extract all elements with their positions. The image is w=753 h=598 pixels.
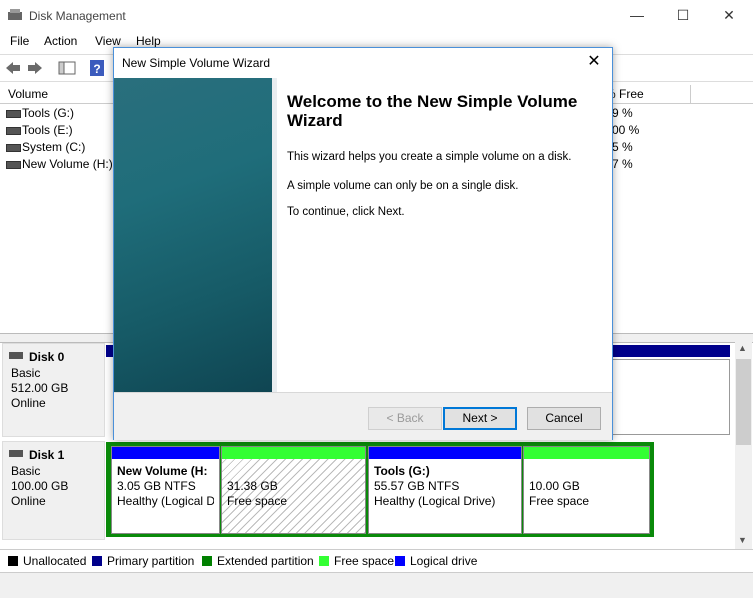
partition-title: Tools (G:) xyxy=(374,464,430,478)
column-volume[interactable]: Volume xyxy=(8,87,48,101)
wizard-instruction: To continue, click Next. xyxy=(287,206,405,218)
drive-icon xyxy=(6,161,21,169)
legend-primary-swatch xyxy=(92,556,102,566)
disk-icon xyxy=(9,450,23,457)
svg-text:?: ? xyxy=(93,62,100,76)
volume-name: Tools (E:) xyxy=(22,123,73,137)
partition-free-space-2[interactable]: 10.00 GB Free space xyxy=(523,446,650,534)
disk-status: Online xyxy=(11,396,46,410)
volume-row[interactable]: Tools (E:) xyxy=(0,122,120,139)
back-arrow-icon[interactable] xyxy=(4,59,22,77)
partition-size: 31.38 GB xyxy=(227,479,278,493)
disk-0-partition[interactable] xyxy=(608,359,730,435)
wizard-close-button[interactable]: ✕ xyxy=(582,51,606,73)
forward-arrow-icon[interactable] xyxy=(26,59,44,77)
scroll-thumb[interactable] xyxy=(736,359,751,445)
disk-size: 100.00 GB xyxy=(11,479,69,493)
volume-row[interactable]: New Volume (H:) xyxy=(0,156,120,173)
free-space-bar xyxy=(222,447,365,459)
next-button[interactable]: Next > xyxy=(443,407,517,430)
wizard-banner-image xyxy=(114,78,272,392)
scroll-down-icon[interactable]: ▼ xyxy=(738,535,747,545)
vertical-scrollbar[interactable]: ▲ ▼ xyxy=(735,341,752,549)
help-icon[interactable]: ? xyxy=(88,59,106,77)
volume-pct-free: 5 % xyxy=(612,140,633,154)
volume-pct-free: 7 % xyxy=(612,157,633,171)
wizard-heading: Welcome to the New Simple Volume Wizard xyxy=(287,92,578,130)
column-divider xyxy=(690,85,691,103)
status-bar xyxy=(0,572,753,598)
logical-drive-bar xyxy=(369,447,521,459)
close-button[interactable]: ✕ xyxy=(706,0,752,31)
menu-action[interactable]: Action xyxy=(44,34,77,48)
wizard-title: New Simple Volume Wizard xyxy=(122,56,271,70)
volume-pct-free: 00 % xyxy=(612,123,640,137)
menu-view[interactable]: View xyxy=(95,34,121,48)
partition-status: Free space xyxy=(529,494,590,508)
legend-free-swatch xyxy=(319,556,329,566)
disk-icon xyxy=(9,352,23,359)
disk-type: Basic xyxy=(11,464,41,478)
volume-name: System (C:) xyxy=(22,140,86,154)
wizard-content: Welcome to the New Simple Volume Wizard … xyxy=(277,78,612,392)
legend-extended: Extended partition xyxy=(217,554,314,568)
partition-title: New Volume (H: xyxy=(117,464,208,478)
window-title: Disk Management xyxy=(29,9,126,23)
volume-pct-free: 9 % xyxy=(612,106,633,120)
drive-icon xyxy=(6,144,21,152)
new-simple-volume-wizard: New Simple Volume Wizard ✕ Welcome to th… xyxy=(113,47,613,440)
partition-status: Free space xyxy=(227,494,288,508)
wizard-description: This wizard helps you create a simple vo… xyxy=(287,151,572,163)
disk-management-icon xyxy=(8,9,22,20)
disk-1-label[interactable]: Disk 1 Basic 100.00 GB Online xyxy=(2,441,105,540)
partition-free-space-1[interactable]: 31.38 GB Free space xyxy=(221,446,366,534)
legend-free: Free space xyxy=(334,554,395,568)
minimize-button[interactable]: — xyxy=(614,0,660,31)
volume-name: Tools (G:) xyxy=(22,106,75,120)
maximize-button[interactable]: ☐ xyxy=(660,0,706,31)
free-space-bar xyxy=(524,447,649,459)
title-bar: Disk Management — ☐ ✕ xyxy=(0,0,753,31)
menu-help[interactable]: Help xyxy=(136,34,161,48)
partition-tools-g[interactable]: Tools (G:) 55.57 GB NTFS Healthy (Logica… xyxy=(368,446,522,534)
partition-size: 10.00 GB xyxy=(529,479,580,493)
volume-name: New Volume (H:) xyxy=(22,157,113,171)
partition-info: 31.38 GB Free space xyxy=(222,461,365,533)
menu-file[interactable]: File xyxy=(10,34,29,48)
disk-size: 512.00 GB xyxy=(11,381,69,395)
scroll-up-icon[interactable]: ▲ xyxy=(738,343,747,353)
legend-extended-swatch xyxy=(202,556,212,566)
partition-info: 10.00 GB Free space xyxy=(524,461,649,533)
partition-new-volume-h[interactable]: New Volume (H: 3.05 GB NTFS Healthy (Log… xyxy=(111,446,220,534)
drive-icon xyxy=(6,110,21,118)
disk-status: Online xyxy=(11,494,46,508)
disk-name: Disk 0 xyxy=(29,350,65,364)
console-tree-icon[interactable] xyxy=(58,59,76,77)
legend-primary: Primary partition xyxy=(107,554,195,568)
disk-type: Basic xyxy=(11,366,41,380)
back-button[interactable]: < Back xyxy=(368,407,442,430)
legend-unallocated: Unallocated xyxy=(23,554,87,568)
legend: Unallocated Primary partition Extended p… xyxy=(0,549,753,572)
partition-size: 3.05 GB NTFS xyxy=(117,479,196,493)
logical-drive-bar xyxy=(112,447,219,459)
partition-title xyxy=(529,464,644,479)
partition-info: New Volume (H: 3.05 GB NTFS Healthy (Log… xyxy=(112,461,219,533)
cancel-button[interactable]: Cancel xyxy=(527,407,601,430)
volume-row[interactable]: System (C:) xyxy=(0,139,120,156)
partition-title xyxy=(227,464,360,479)
volume-row[interactable]: Tools (G:) xyxy=(0,105,120,122)
legend-logical: Logical drive xyxy=(410,554,478,568)
partition-status: Healthy (Logical D xyxy=(117,494,214,508)
partition-size: 55.57 GB NTFS xyxy=(374,479,460,493)
partition-status: Healthy (Logical Drive) xyxy=(374,494,496,508)
wizard-footer: < Back Next > Cancel xyxy=(114,392,612,440)
wizard-note: A simple volume can only be on a single … xyxy=(287,180,519,192)
partition-info: Tools (G:) 55.57 GB NTFS Healthy (Logica… xyxy=(369,461,521,533)
legend-logical-swatch xyxy=(395,556,405,566)
disk-0-label[interactable]: Disk 0 Basic 512.00 GB Online xyxy=(2,343,105,437)
drive-icon xyxy=(6,127,21,135)
legend-unallocated-swatch xyxy=(8,556,18,566)
disk-name: Disk 1 xyxy=(29,448,65,462)
